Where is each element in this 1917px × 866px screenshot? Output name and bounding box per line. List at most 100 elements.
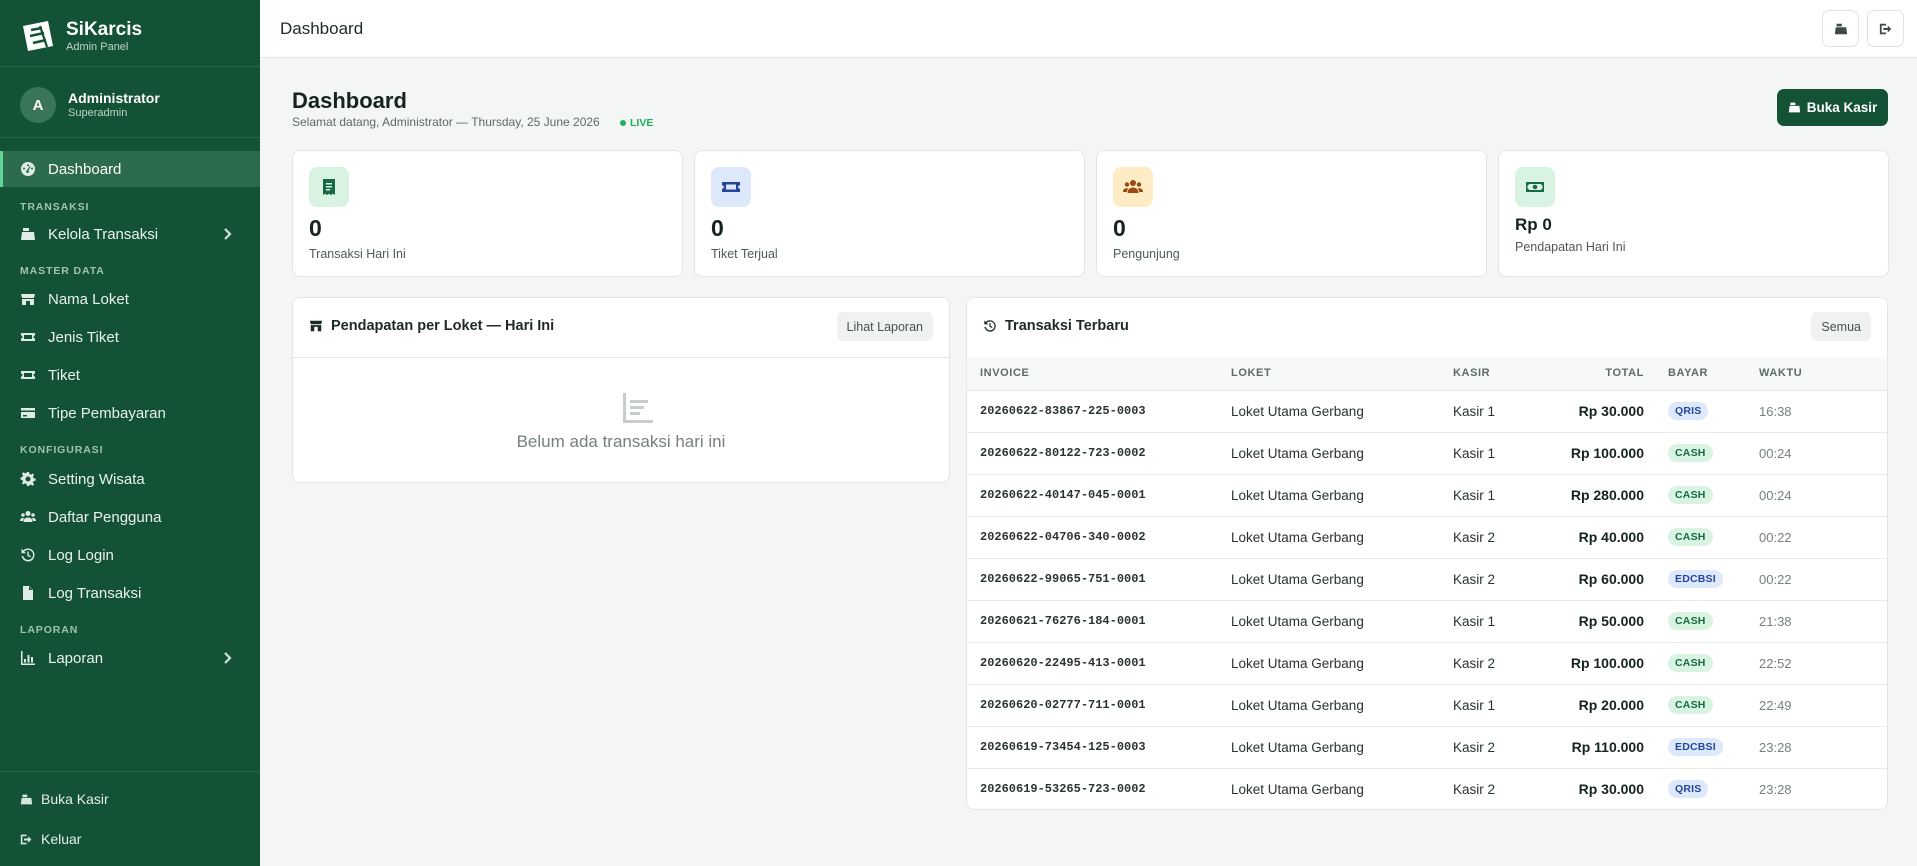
bayar-cell: CASH xyxy=(1644,684,1759,727)
sidebar-item-label: Log Transaksi xyxy=(48,584,142,602)
waktu-cell: 00:24 xyxy=(1759,432,1887,475)
total-cell: Rp 40.000 xyxy=(1547,516,1644,559)
user-role: Superadmin xyxy=(68,107,128,119)
stat-label: Tiket Terjual xyxy=(711,247,778,261)
total-cell: Rp 30.000 xyxy=(1547,390,1644,433)
total-cell: Rp 50.000 xyxy=(1547,600,1644,643)
sidebar-item-setting-wisata[interactable]: Setting Wisata xyxy=(0,461,260,497)
stat-label: Pendapatan Hari Ini xyxy=(1515,240,1626,254)
sidebar-item-tipe-pembayaran[interactable]: Tipe Pembayaran xyxy=(0,395,260,431)
payment-badge: CASH xyxy=(1668,444,1713,462)
table-row[interactable]: 20260622-99065-751-0001 Loket Utama Gerba… xyxy=(967,558,1887,601)
sidebar-item-log-transaksi[interactable]: Log Transaksi xyxy=(0,575,260,611)
money-icon xyxy=(1515,167,1555,207)
table-row[interactable]: 20260622-40147-045-0001 Loket Utama Gerba… xyxy=(967,474,1887,517)
kasir-cell: Kasir 2 xyxy=(1453,558,1547,601)
column-header-bayar[interactable]: BAYAR xyxy=(1644,357,1759,391)
sidebar-item-jenis-tiket[interactable]: Jenis Tiket xyxy=(0,319,260,355)
loket-cell: Loket Utama Gerbang xyxy=(1231,781,1364,797)
lihat-laporan-button[interactable]: Lihat Laporan xyxy=(836,312,933,341)
open-cashier-button[interactable] xyxy=(1822,10,1859,47)
table-row[interactable]: 20260622-83867-225-0003 Loket Utama Gerba… xyxy=(967,390,1887,433)
sidebar: SiKarcis Admin Panel A Administrator Sup… xyxy=(0,0,260,866)
waktu-cell: 00:22 xyxy=(1759,558,1887,601)
total-cell: Rp 30.000 xyxy=(1578,781,1644,798)
stat-card-tiket: 0 Tiket Terjual xyxy=(694,150,1085,277)
total-cell: Rp 110.000 xyxy=(1547,726,1644,769)
invoice-cell: 20260622-83867-225-0003 xyxy=(967,390,1231,433)
live-indicator: LIVE xyxy=(620,117,653,129)
user-profile[interactable]: A Administrator Superadmin xyxy=(20,87,160,123)
bar-chart-icon xyxy=(20,650,48,666)
sidebar-keluar[interactable]: Keluar xyxy=(20,831,81,847)
sidebar-item-dashboard[interactable]: Dashboard xyxy=(0,151,260,187)
total-cell: Rp 20.000 xyxy=(1547,684,1644,727)
section-label-transaksi: TRANSAKSI xyxy=(20,201,90,213)
buka-kasir-button[interactable]: Buka Kasir xyxy=(1777,89,1888,126)
revenue-per-loket-panel: Pendapatan per Loket — Hari Ini Lihat La… xyxy=(292,297,950,483)
table-row[interactable]: 20260619-53265-723-0002 Loket Utama Gerba… xyxy=(967,768,1887,809)
table-row[interactable]: 20260620-02777-711-0001 Loket Utama Gerba… xyxy=(967,684,1887,727)
table-row[interactable]: 20260622-04706-340-0002 Loket Utama Gerba… xyxy=(967,516,1887,559)
waktu-cell: 23:28 xyxy=(1759,781,1792,797)
live-label: LIVE xyxy=(630,117,654,129)
table-row[interactable]: 20260621-76276-184-0001 Loket Utama Gerba… xyxy=(967,600,1887,643)
divider xyxy=(0,771,260,772)
loket-cell: Loket Utama Gerbang xyxy=(1231,684,1453,727)
stat-card-transaksi: 0 Transaksi Hari Ini xyxy=(292,150,683,277)
waktu-cell: 23:28 xyxy=(1759,726,1887,769)
cash-register-icon xyxy=(1834,23,1847,34)
brand[interactable]: SiKarcis Admin Panel xyxy=(20,18,142,54)
kasir-cell: Kasir 1 xyxy=(1453,684,1547,727)
gear-icon xyxy=(20,471,48,487)
history-icon xyxy=(20,547,48,563)
invoice-cell: 20260620-02777-711-0001 xyxy=(967,684,1231,727)
loket-cell: Loket Utama Gerbang xyxy=(1231,432,1453,475)
sidebar-item-nama-loket[interactable]: Nama Loket xyxy=(0,281,260,317)
stat-label: Pengunjung xyxy=(1113,247,1180,261)
table-row[interactable]: 20260620-22495-413-0001 Loket Utama Gerba… xyxy=(967,642,1887,685)
panel-title: Pendapatan per Loket — Hari Ini xyxy=(309,318,554,334)
brand-logo-icon xyxy=(23,21,53,51)
sidebar-item-label: Tiket xyxy=(48,366,80,384)
column-header-invoice[interactable]: INVOICE xyxy=(967,357,1231,391)
kasir-cell: Kasir 1 xyxy=(1453,390,1547,433)
total-cell: Rp 100.000 xyxy=(1547,432,1644,475)
payment-badge: QRIS xyxy=(1668,402,1709,420)
sidebar-item-laporan[interactable]: Laporan xyxy=(0,640,260,676)
live-dot-icon xyxy=(620,120,626,126)
bayar-cell: CASH xyxy=(1644,642,1759,685)
table-row[interactable]: 20260619-73454-125-0003 Loket Utama Gerba… xyxy=(967,726,1887,769)
user-name: Administrator xyxy=(68,90,160,106)
semua-button[interactable]: Semua xyxy=(1811,312,1871,341)
logout-icon xyxy=(20,834,32,844)
sidebar-item-label: Dashboard xyxy=(48,160,122,178)
cash-register-icon xyxy=(20,794,33,804)
page-title: Dashboard xyxy=(292,88,407,113)
payment-badge: EDCBSI xyxy=(1668,570,1723,588)
column-header-kasir[interactable]: KASIR xyxy=(1453,357,1547,391)
column-header-total[interactable]: TOTAL xyxy=(1547,357,1644,391)
sidebar-item-daftar-pengguna[interactable]: Daftar Pengguna xyxy=(0,499,260,535)
kasir-cell: Kasir 2 xyxy=(1453,781,1496,797)
kasir-cell: Kasir 2 xyxy=(1453,642,1547,685)
sidebar-item-tiket[interactable]: Tiket xyxy=(0,357,260,393)
stat-value: Rp 0 xyxy=(1515,215,1552,234)
payment-badge: CASH xyxy=(1668,696,1713,714)
panel-title: Transaksi Terbaru xyxy=(983,318,1129,334)
column-header-waktu[interactable]: WAKTU xyxy=(1759,357,1887,391)
cash-register-icon xyxy=(20,226,48,242)
sidebar-item-log-login[interactable]: Log Login xyxy=(0,537,260,573)
kasir-cell: Kasir 1 xyxy=(1453,474,1547,517)
sidebar-item-label: Nama Loket xyxy=(48,290,129,308)
sidebar-buka-kasir[interactable]: Buka Kasir xyxy=(20,791,109,807)
receipt-icon xyxy=(309,167,349,207)
loket-cell: Loket Utama Gerbang xyxy=(1231,516,1453,559)
column-header-loket[interactable]: LOKET xyxy=(1231,357,1453,391)
logout-button[interactable] xyxy=(1867,10,1904,47)
waktu-cell: 21:38 xyxy=(1759,600,1887,643)
table-row[interactable]: 20260622-80122-723-0002 Loket Utama Gerba… xyxy=(967,432,1887,475)
waktu-cell: 22:52 xyxy=(1759,642,1887,685)
stat-value: 0 xyxy=(711,215,724,241)
sidebar-item-kelola-transaksi[interactable]: Kelola Transaksi xyxy=(0,216,260,252)
